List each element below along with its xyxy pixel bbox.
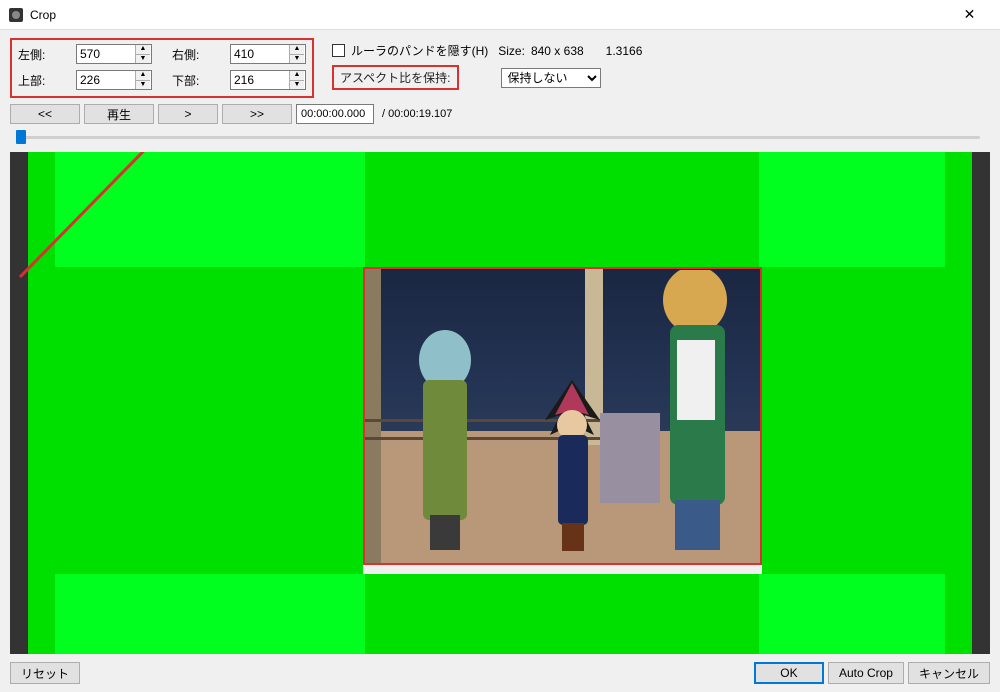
crop-top-spinner[interactable]: ▲▼ [76,70,152,90]
rewind-fast-button[interactable]: << [10,104,80,124]
timeline-slider[interactable] [10,128,990,146]
slider-track [20,136,980,139]
aspect-label: アスペクト比を保持: [340,71,451,85]
current-time-field[interactable]: 00:00:00.000 [296,104,374,124]
crop-band [759,152,945,267]
cancel-button[interactable]: キャンセル [908,662,990,684]
window-title: Crop [30,8,947,22]
spin-down-icon[interactable]: ▼ [136,55,150,64]
close-button[interactable]: ✕ [947,0,992,30]
crop-frame[interactable] [363,267,762,565]
crop-right-spinner[interactable]: ▲▼ [230,44,306,64]
hide-ruler-label: ルーラのパンドを隠す(H) [351,42,488,59]
ratio-value: 1.3166 [606,44,643,58]
duration-label: / 00:00:19.107 [378,108,452,120]
reset-button[interactable]: リセット [10,662,80,684]
video-character [645,270,755,555]
crop-inputs-panel: 左側: ▲▼ 右側: ▲▼ 上部: ▲▼ 下部: ▲▼ [10,38,314,98]
crop-band [55,574,365,654]
video-pillar [365,269,381,563]
spin-down-icon[interactable]: ▼ [290,55,304,64]
ok-button[interactable]: OK [754,662,824,684]
forward-fast-button[interactable]: >> [222,104,292,124]
slider-thumb[interactable] [16,130,26,144]
aspect-label-box: アスペクト比を保持: [332,65,459,90]
spin-up-icon[interactable]: ▲ [290,45,304,55]
size-value: 840 x 638 [531,44,584,58]
crop-top-label: 上部: [18,72,56,89]
app-icon [8,7,24,23]
crop-mask-right [762,267,972,574]
spin-down-icon[interactable]: ▼ [290,81,304,90]
crop-left-label: 左側: [18,46,56,63]
video-character [395,325,495,555]
crop-bottom-input[interactable] [231,71,289,89]
letterbox-left [10,152,28,654]
crop-mask-left [28,267,363,574]
titlebar: Crop ✕ [0,0,1000,30]
crop-left-spinner[interactable]: ▲▼ [76,44,152,64]
spin-up-icon[interactable]: ▲ [136,71,150,81]
crop-right-input[interactable] [231,45,289,63]
preview-area[interactable] [10,152,990,654]
crop-bottom-label: 下部: [172,72,210,89]
forward-button[interactable]: > [158,104,218,124]
auto-crop-button[interactable]: Auto Crop [828,662,904,684]
spin-down-icon[interactable]: ▼ [136,81,150,90]
letterbox-right [972,152,990,654]
aspect-select[interactable]: 保持しない [501,68,601,88]
play-button[interactable]: 再生 [84,104,154,124]
crop-band [55,152,365,267]
crop-band [759,574,945,654]
video-table [600,413,660,503]
hide-ruler-checkbox[interactable] [332,44,345,57]
crop-top-input[interactable] [77,71,135,89]
spin-up-icon[interactable]: ▲ [290,71,304,81]
crop-right-label: 右側: [172,46,210,63]
crop-left-input[interactable] [77,45,135,63]
spin-up-icon[interactable]: ▲ [136,45,150,55]
size-label: Size: [498,44,525,58]
crop-bottom-spinner[interactable]: ▲▼ [230,70,306,90]
